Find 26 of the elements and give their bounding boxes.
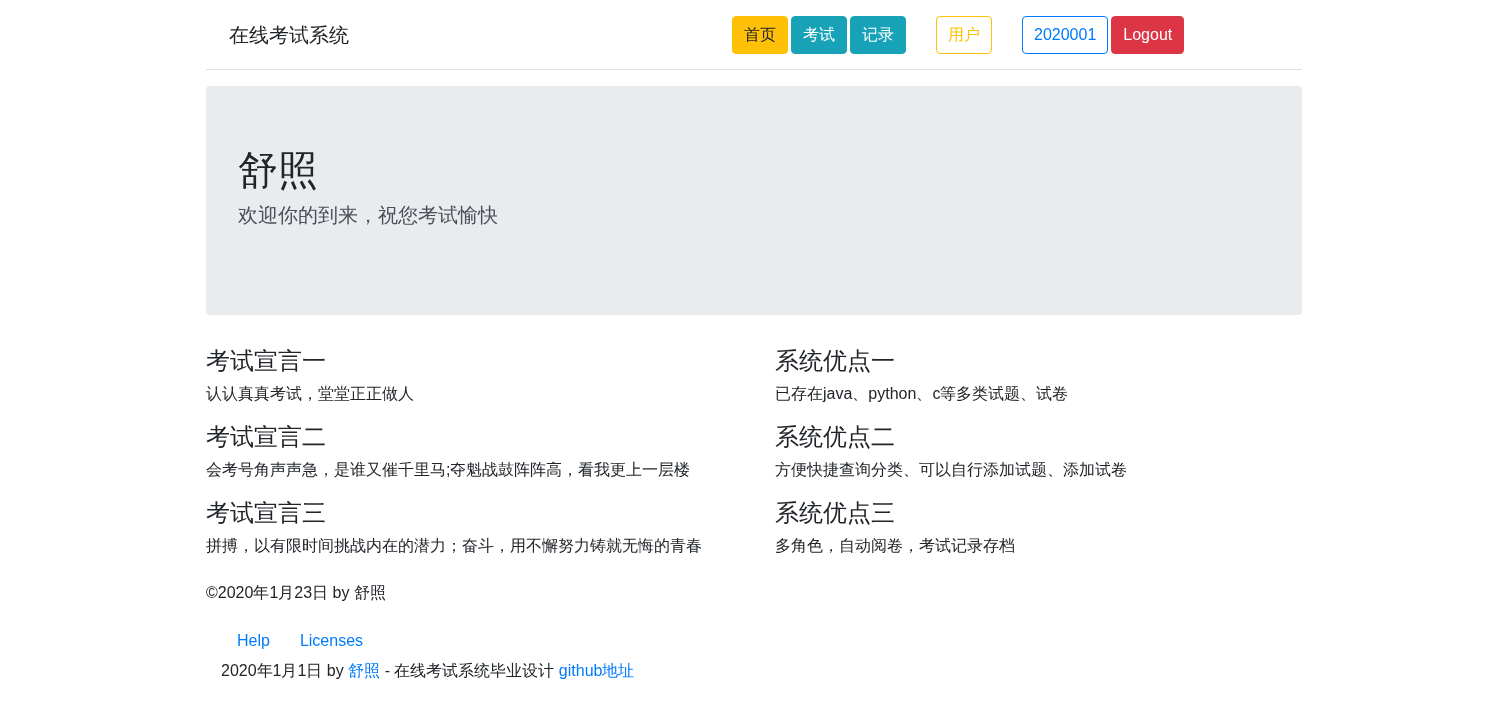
section-text: 会考号角声声急，是谁又催千里马;夺魁战鼓阵阵高，看我更上一层楼 (206, 460, 692, 480)
footer-link[interactable]: 舒照 (348, 662, 381, 679)
jumbotron-title: 舒照 (238, 147, 319, 194)
section-heading: 系统优点三 (775, 499, 896, 528)
nav-button[interactable]: 考试 (791, 15, 847, 54)
section-heading: 考试宣言一 (206, 347, 327, 376)
footer-link[interactable]: Licenses (299, 629, 364, 653)
section-text: 已存在java、python、c等多类试题、试卷 (775, 384, 1070, 404)
nav-button[interactable]: 2020001 (1022, 15, 1109, 54)
section-text: 方便快捷查询分类、可以自行添加试题、添加试卷 (775, 460, 1128, 480)
section-heading: 考试宣言三 (206, 499, 327, 528)
nav-button[interactable]: Logout (1111, 15, 1185, 54)
brand-title[interactable]: 在线考试系统 (229, 19, 732, 50)
section-text: 认认真真考试，堂堂正正做人 (206, 384, 415, 404)
footer-link[interactable]: github地址 (558, 662, 635, 679)
nav-button[interactable]: 首页 (732, 15, 788, 54)
section-heading: 考试宣言二 (206, 423, 327, 452)
section-heading: 系统优点二 (775, 423, 896, 452)
jumbotron-subtitle: 欢迎你的到来，祝您考试愉快 (238, 203, 499, 228)
section-text: 多角色，自动阅卷，考试记录存档 (775, 536, 1016, 556)
section-heading: 系统优点一 (775, 347, 896, 376)
copyright-text: ©2020年1月23日 by 舒照 (206, 583, 387, 603)
footer-text: 2020年1月1日 by 舒照 - 在线考试系统毕业设计 github地址 (221, 661, 636, 681)
footer-link[interactable]: Help (237, 629, 270, 653)
nav-button[interactable]: 记录 (850, 15, 906, 54)
section-text: 拼搏，以有限时间挑战内在的潜力；奋斗，用不懈努力铸就无悔的青春 (206, 536, 703, 556)
